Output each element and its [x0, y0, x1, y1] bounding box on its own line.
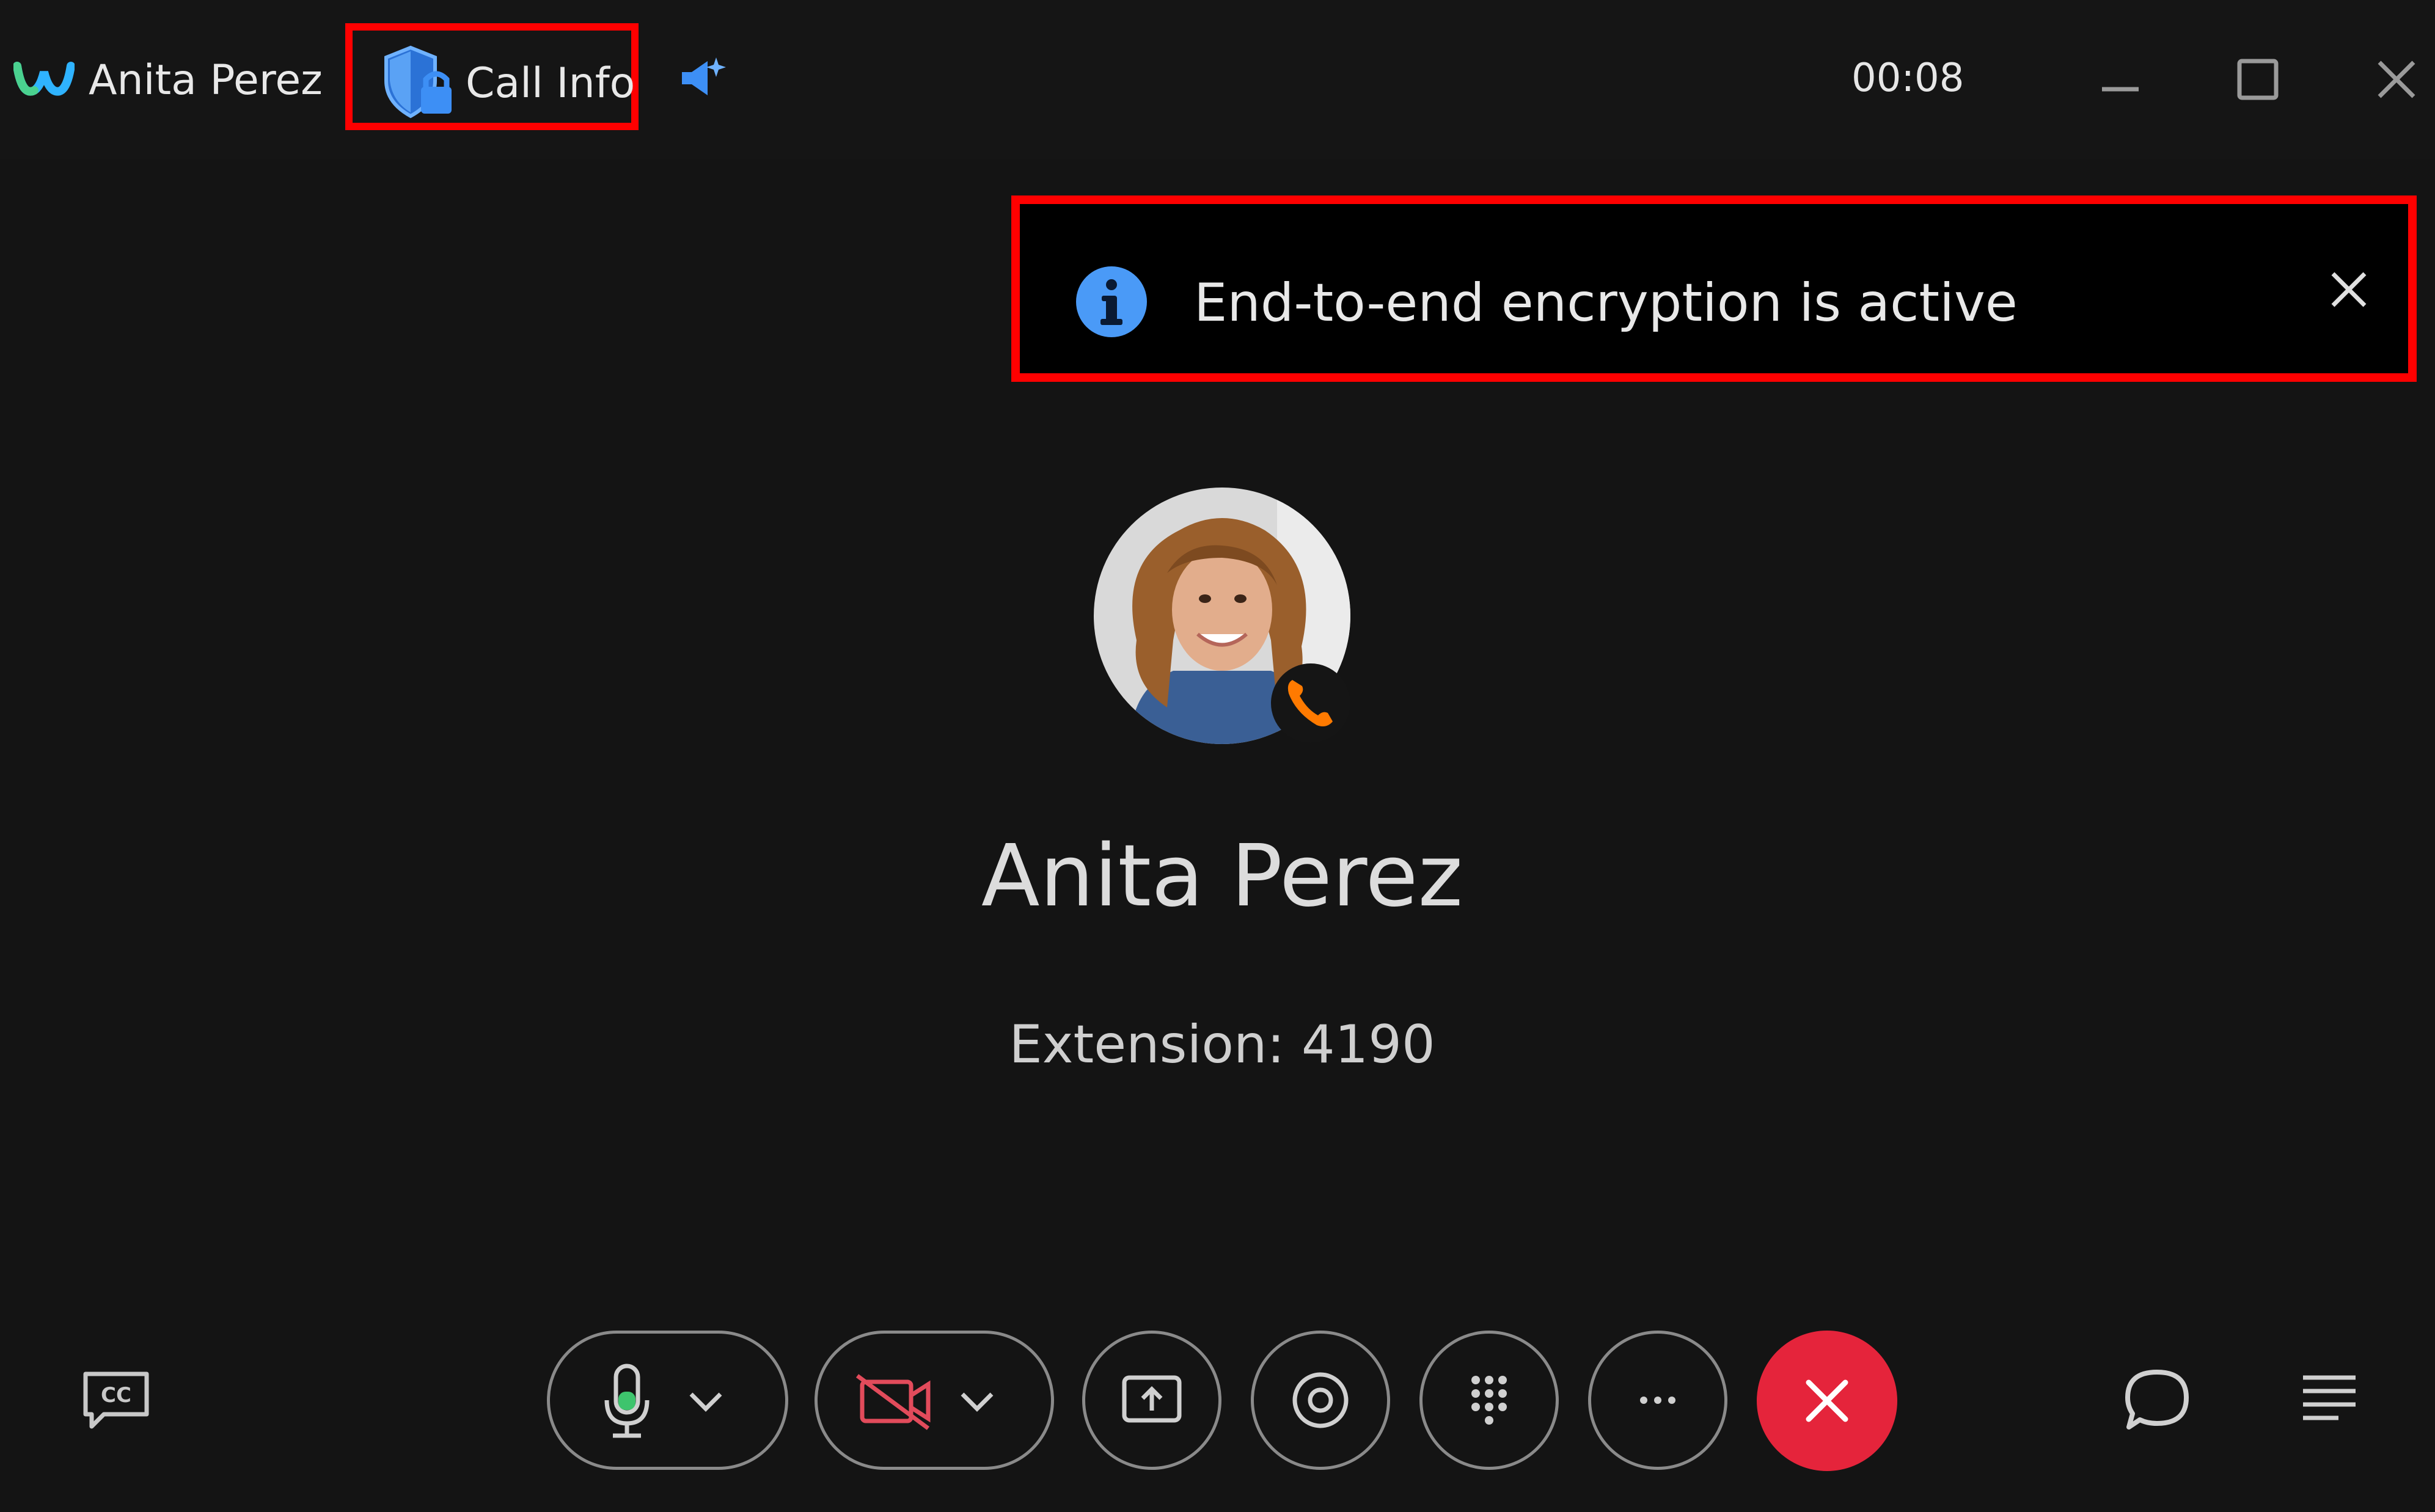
microphone-control[interactable]	[547, 1331, 788, 1470]
maximize-button[interactable]	[2221, 43, 2294, 116]
callee-avatar-container	[1094, 488, 1350, 744]
closed-captions-icon: CC	[83, 1371, 149, 1429]
minimize-icon	[2102, 87, 2139, 92]
callee-extension: Extension: 4190	[1009, 1014, 1435, 1075]
info-icon	[1075, 265, 1148, 338]
share-screen-icon	[1122, 1375, 1182, 1423]
video-control[interactable]	[815, 1331, 1054, 1470]
chevron-down-icon[interactable]	[689, 1392, 722, 1412]
more-options-button[interactable]	[1588, 1331, 1727, 1470]
call-info-button[interactable]: Call Info	[345, 23, 639, 130]
more-icon	[1640, 1397, 1675, 1404]
dismiss-notification-button[interactable]	[2312, 253, 2386, 326]
keypad-icon	[1471, 1376, 1507, 1425]
encryption-shield-icon	[377, 43, 460, 122]
chevron-down-icon[interactable]	[961, 1392, 994, 1412]
closed-captions-button[interactable]: CC	[73, 1357, 159, 1443]
webex-logo-icon	[13, 54, 75, 103]
chat-icon	[2125, 1370, 2189, 1430]
record-icon	[1292, 1372, 1349, 1428]
encryption-notification: End-to-end encryption is active	[1011, 195, 2417, 382]
ai-assistant-icon[interactable]	[678, 54, 727, 103]
end-call-button[interactable]	[1757, 1331, 1897, 1471]
keypad-button[interactable]	[1419, 1331, 1559, 1470]
notification-message: End-to-end encryption is active	[1194, 272, 2018, 334]
call-info-label: Call Info	[466, 59, 635, 108]
microphone-icon	[604, 1364, 649, 1438]
end-call-icon	[1806, 1379, 1848, 1422]
share-screen-button[interactable]	[1082, 1331, 1221, 1470]
maximize-icon	[2237, 59, 2279, 100]
svg-text:CC: CC	[101, 1383, 131, 1408]
close-window-button[interactable]	[2360, 43, 2433, 116]
phone-icon	[1287, 680, 1333, 726]
close-icon	[2378, 60, 2415, 98]
title-bar: Anita Perez Call Info 00:08	[0, 0, 2435, 159]
menu-icon	[2303, 1375, 2356, 1420]
title-contact-name: Anita Perez	[89, 56, 323, 104]
phone-badge	[1271, 663, 1350, 743]
record-button[interactable]	[1251, 1331, 1390, 1470]
minimize-button[interactable]	[2084, 43, 2157, 116]
callee-name: Anita Perez	[981, 827, 1463, 926]
video-off-icon	[855, 1374, 931, 1430]
menu-button[interactable]	[2287, 1357, 2372, 1443]
close-icon	[2331, 272, 2367, 307]
chat-button[interactable]	[2114, 1357, 2200, 1443]
call-timer: 00:08	[1851, 56, 1964, 101]
